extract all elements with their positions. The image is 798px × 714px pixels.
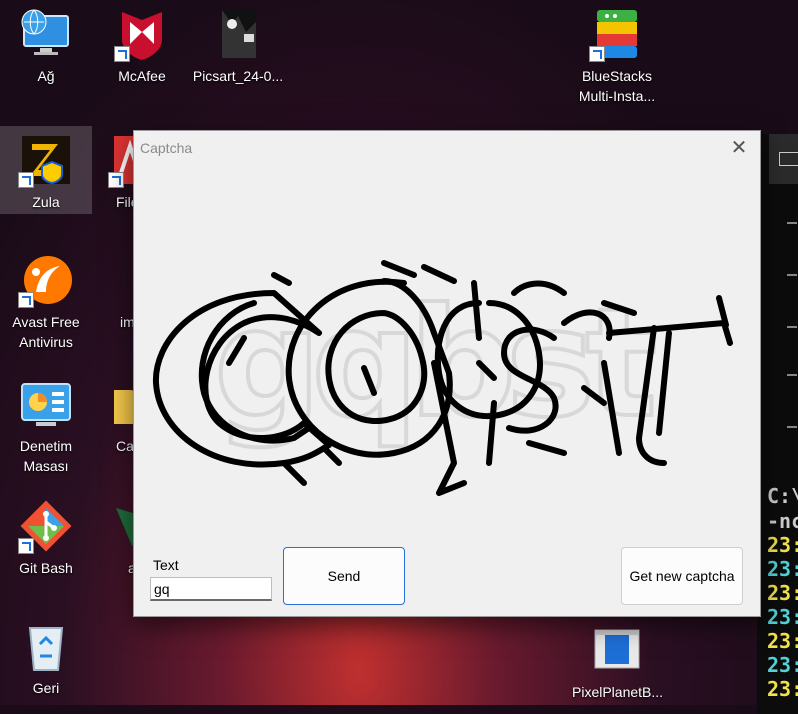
shortcut-arrow-icon	[18, 292, 34, 308]
desktop-icon-label: McAfee	[118, 68, 166, 84]
desktop-icon-label: Denetim Masası	[19, 438, 73, 474]
desktop-icon-label: Git Bash	[19, 560, 73, 576]
terminal-line: 23:	[767, 629, 798, 653]
terminal-line: C:\	[767, 484, 798, 508]
monitor-globe-icon	[18, 6, 74, 62]
recycle-bin-icon	[18, 618, 74, 674]
desktop-icon-zula[interactable]: Zula	[0, 126, 92, 214]
image-file-icon	[210, 6, 266, 62]
avast-icon	[18, 252, 74, 308]
scroll-tick	[787, 326, 797, 328]
file-document-icon	[589, 622, 645, 678]
shortcut-arrow-icon	[18, 538, 34, 554]
desktop-icon-mcafee[interactable]: McAfee	[96, 0, 188, 86]
desktop-icon-avast[interactable]: Avast Free Antivirus	[0, 246, 92, 352]
desktop-icon-label: a	[128, 560, 136, 576]
desktop-icon-label: PixelPlanetB...	[572, 684, 664, 700]
red-file-icon	[108, 132, 136, 188]
desktop-icon-label: Zula	[32, 194, 60, 210]
desktop-icon-label: Picsart_24-0...	[192, 68, 284, 84]
desktop-icon-network[interactable]: Ağ	[0, 0, 92, 86]
scroll-tick	[787, 222, 797, 224]
captcha-image: gqbst	[134, 163, 760, 543]
terminal-line: 23:	[767, 653, 798, 677]
desktop-icon-pixelplanet[interactable]: PixelPlanetB...	[572, 616, 664, 702]
desktop-icon-file[interactable]: File	[96, 126, 136, 212]
terminal-line: 23:	[767, 557, 798, 581]
shortcut-arrow-icon	[18, 172, 34, 188]
text-label: Text	[153, 557, 179, 573]
dialog-title: Captcha	[140, 140, 193, 156]
dialog-titlebar[interactable]: Captcha ✕	[134, 131, 760, 163]
shortcut-arrow-icon	[114, 46, 130, 62]
mcafee-shield-icon	[114, 6, 170, 62]
desktop-icon-label: BlueStacks Multi-Insta...	[578, 68, 656, 104]
terminal-line: 23:	[767, 605, 798, 629]
scroll-tick	[787, 374, 797, 376]
terminal-window[interactable]: C:\ -nc 23: 23: 23: 23: 23: 23: 23:	[757, 134, 798, 714]
close-icon[interactable]: ✕	[728, 137, 750, 159]
terminal-line: 23:	[767, 581, 798, 605]
desktop-icon-picsart[interactable]: Picsart_24-0...	[192, 0, 284, 86]
desktop-icon-im[interactable]: im	[96, 246, 136, 332]
terminal-line: 23:	[767, 677, 798, 701]
bluestacks-icon	[589, 6, 645, 62]
desktop-icon-a[interactable]: a	[96, 492, 136, 578]
scroll-tick	[787, 274, 797, 276]
blank-file-icon	[108, 252, 136, 308]
desktop-icon-bluestacks[interactable]: BlueStacks Multi-Insta...	[572, 0, 662, 106]
desktop-icon-label: File	[116, 194, 136, 210]
zula-game-icon	[18, 132, 74, 188]
control-panel-icon	[18, 376, 74, 432]
send-button[interactable]: Send	[283, 547, 405, 605]
desktop-icon-ca[interactable]: Ca	[96, 370, 136, 456]
git-bash-icon	[18, 498, 74, 554]
desktop-icon-label: Ağ	[37, 68, 55, 84]
desktop-icon-git-bash[interactable]: Git Bash	[0, 492, 92, 578]
terminal-line: 23:	[767, 533, 798, 557]
scroll-tick	[787, 426, 797, 428]
shortcut-arrow-icon	[108, 172, 124, 188]
desktop-icon-label: Ca	[116, 438, 134, 454]
desktop-icon-recycle-bin[interactable]: Geri	[0, 612, 92, 698]
captcha-dialog[interactable]: Captcha ✕ gqbst Text gq Send Get new cap…	[133, 130, 761, 617]
desktop-icon-label: Geri	[32, 680, 60, 696]
terminal-tab[interactable]	[769, 134, 798, 184]
desktop-icon-label: Avast Free Antivirus	[12, 314, 80, 350]
shortcut-arrow-icon	[589, 46, 605, 62]
desktop-icon-label: im	[120, 314, 135, 330]
terminal-line: -nc	[767, 509, 798, 533]
desktop-icon-control-panel[interactable]: Denetim Masası	[0, 370, 92, 476]
captcha-text-input[interactable]	[150, 577, 272, 601]
get-new-captcha-button[interactable]: Get new captcha	[621, 547, 743, 605]
